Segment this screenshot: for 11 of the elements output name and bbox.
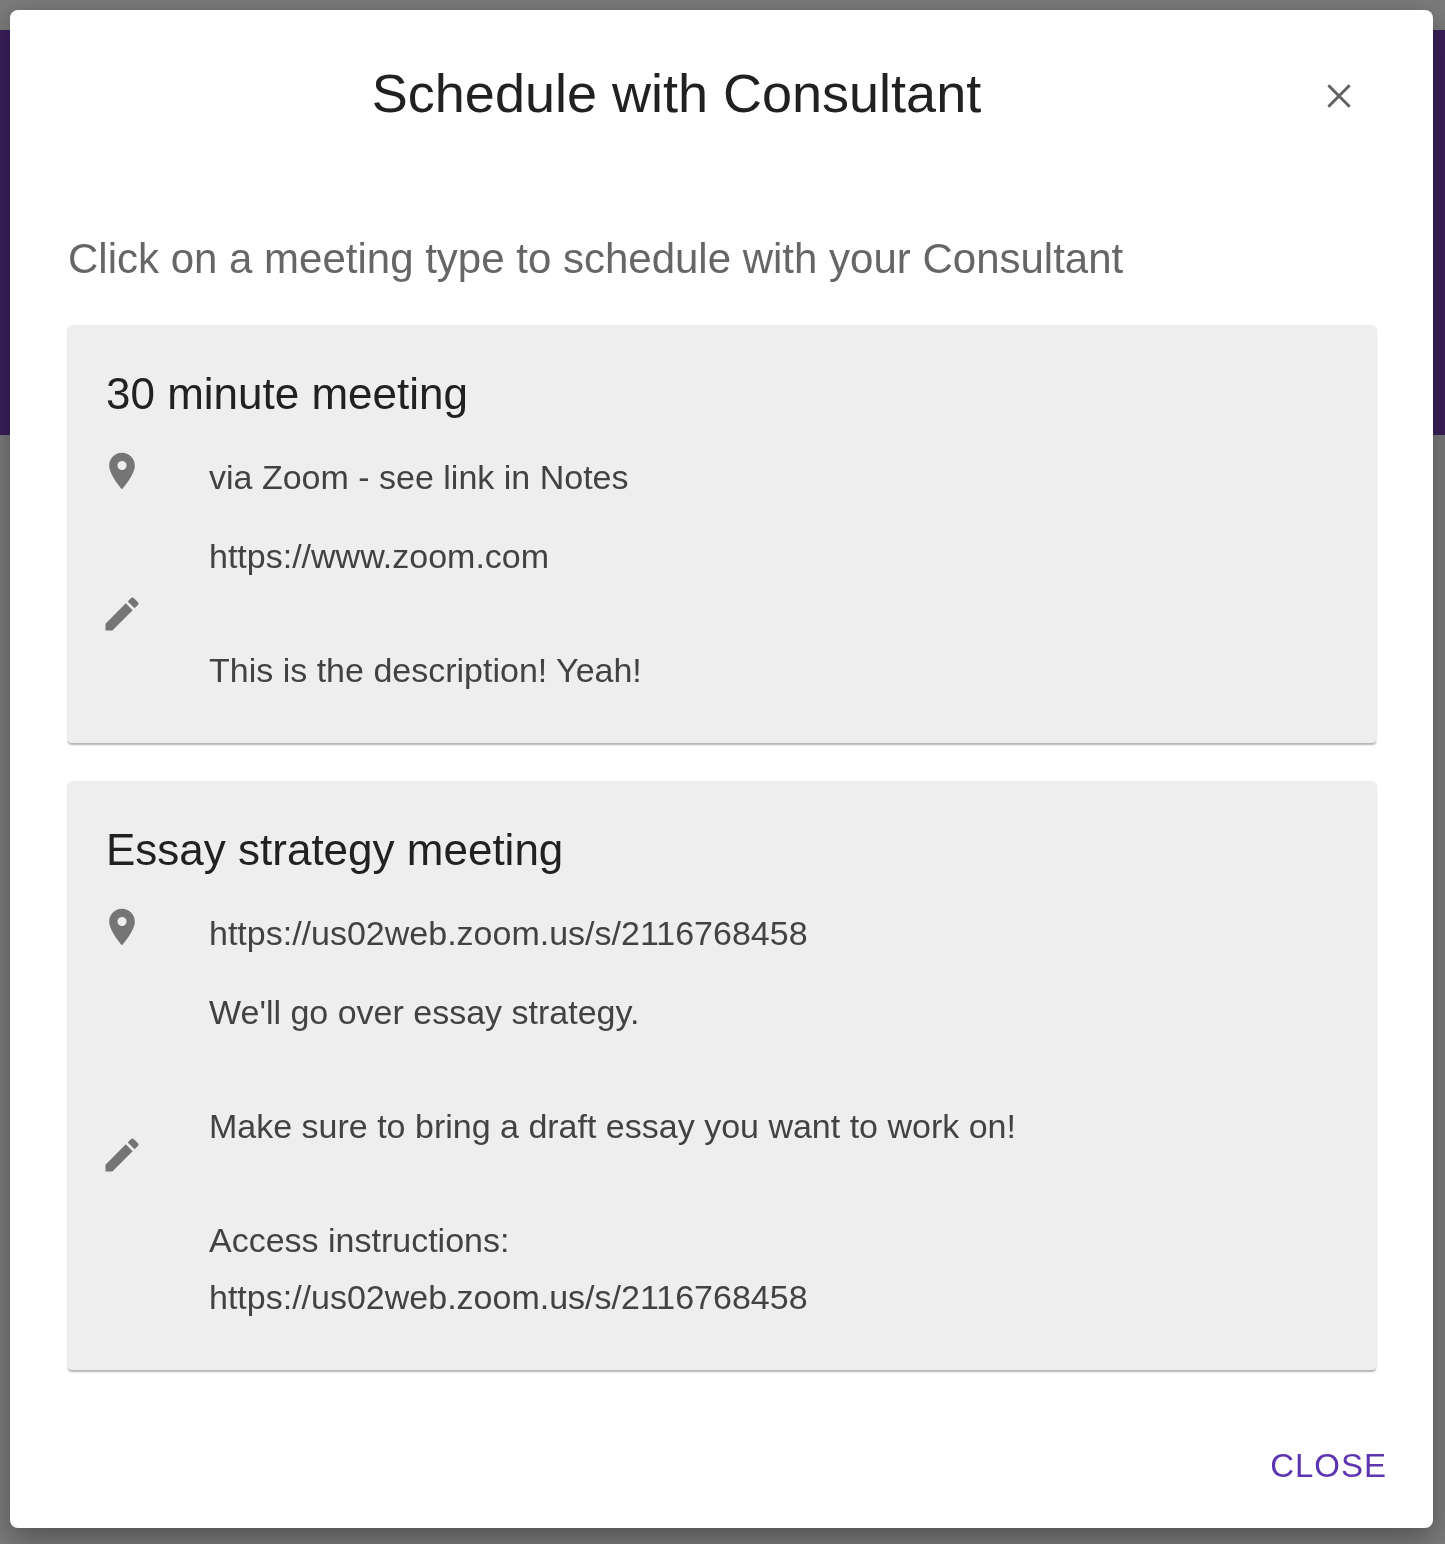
- meeting-location: via Zoom - see link in Notes: [209, 457, 629, 498]
- dialog-subtitle: Click on a meeting type to schedule with your Consultant: [68, 235, 1125, 283]
- meeting-description: We'll go over essay strategy. Make sure to bring a draft essay you want to work on! Access instructions: https://us02web.zoom.us/s/2116768458: [209, 992, 1016, 1318]
- meeting-title: 30 minute meeting: [106, 369, 469, 419]
- meeting-title: Essay strategy meeting: [106, 825, 565, 875]
- dialog-title: Schedule with Consultant: [371, 61, 982, 124]
- meeting-location: https://us02web.zoom.us/s/2116768458: [209, 913, 808, 954]
- meeting-description: https://www.zoom.com This is the description! Yeah!: [209, 536, 642, 691]
- meeting-type-card[interactable]: [68, 781, 1376, 1370]
- meeting-type-card[interactable]: 30 minute meeting via Zoom - see link in Notes https://www.zoom.com This is the description! Yeah!: [68, 325, 1376, 743]
- close-button[interactable]: CLOSE: [1264, 1438, 1393, 1493]
